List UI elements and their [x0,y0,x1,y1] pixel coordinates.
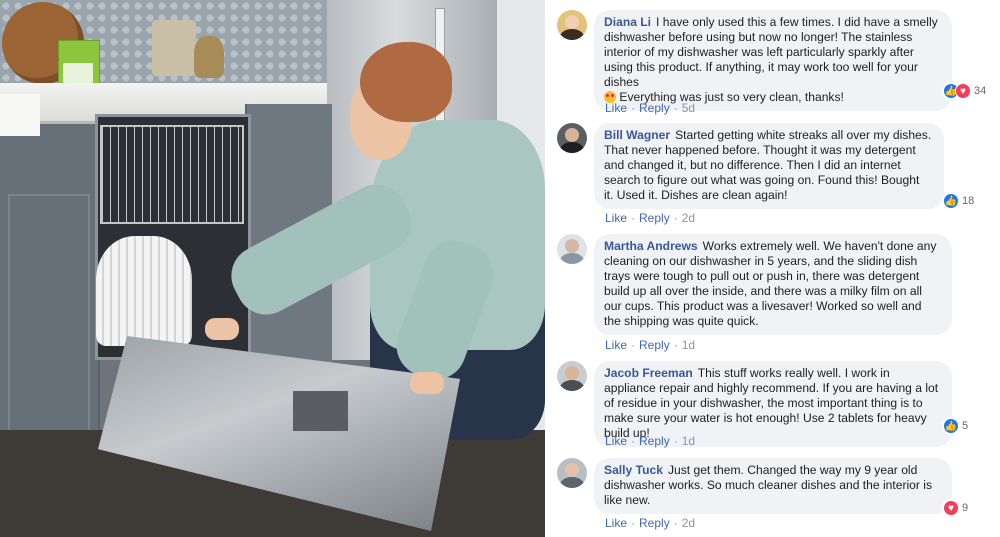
commenter-name[interactable]: Jacob Freeman [604,366,693,380]
reaction-summary[interactable]: 👍 18 [942,191,978,211]
like-icon: 👍 [943,418,959,434]
dishwasher-rack [100,125,244,224]
woman-hair [360,42,452,122]
reply-link[interactable]: Reply [639,338,670,352]
comment-actions: Like · Reply · 2d [605,211,696,225]
reaction-summary[interactable]: ♥ 9 [942,498,972,518]
comment-time[interactable]: 5d [682,101,695,115]
comment-bubble: Bill Wagner Started getting white streaks… [594,123,944,209]
commenter-name[interactable]: Diana Li [604,15,651,29]
comment-actions: Like · Reply · 1d [605,338,696,352]
avatar[interactable] [557,234,587,264]
avatar[interactable] [557,123,587,153]
reaction-count: 18 [962,195,975,207]
commenter-name[interactable]: Sally Tuck [604,463,663,477]
reaction-summary[interactable]: 👍 5 [942,416,972,436]
avatar[interactable] [557,361,587,391]
like-link[interactable]: Like [605,516,627,530]
comment-actions: Like · Reply · 2d [605,516,696,530]
reply-link[interactable]: Reply [639,101,670,115]
love-icon: ♥ [943,500,959,516]
comment-bubble: Sally Tuck Just get them. Changed the way… [594,458,952,514]
reaction-count: 5 [962,420,969,432]
like-icon: 👍 [943,193,959,209]
like-link[interactable]: Like [605,211,627,225]
reply-link[interactable]: Reply [639,434,670,448]
like-link[interactable]: Like [605,101,627,115]
comment-text: I have only used this a few times. I did… [604,15,938,89]
towel [0,94,40,136]
love-icon: ♥ [955,83,971,99]
comment-actions: Like · Reply · 1d [605,434,696,448]
comment-time[interactable]: 2d [682,516,695,530]
comment-bubble: Diana Li I have only used this a few time… [594,10,952,111]
comment-time[interactable]: 1d [682,338,695,352]
like-link[interactable]: Like [605,338,627,352]
comment-actions: Like · Reply · 5d [605,101,696,115]
jar [194,36,224,78]
comments-panel: Diana Li I have only used this a few time… [545,0,1000,537]
woman-hand [205,318,239,340]
product-photo [0,0,545,537]
reaction-count: 9 [962,502,969,514]
avatar[interactable] [557,458,587,488]
reaction-count: 34 [974,85,987,97]
comment-time[interactable]: 1d [682,434,695,448]
like-link[interactable]: Like [605,434,627,448]
woman-hand [410,372,444,394]
commenter-name[interactable]: Bill Wagner [604,128,670,142]
comment-bubble: Martha Andrews Works extremely well. We h… [594,234,952,335]
comment-time[interactable]: 2d [682,211,695,225]
avatar[interactable] [557,10,587,40]
reaction-summary[interactable]: 👍 ♥ 34 [942,81,990,101]
commenter-name[interactable]: Martha Andrews [604,239,698,253]
reply-link[interactable]: Reply [639,516,670,530]
reply-link[interactable]: Reply [639,211,670,225]
plates [96,236,192,346]
canister [152,20,196,76]
